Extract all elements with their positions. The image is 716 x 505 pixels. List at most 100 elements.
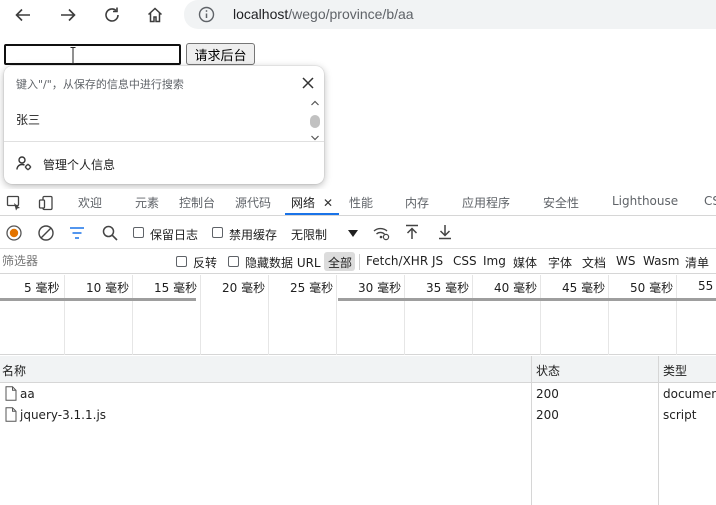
tab-lighthouse[interactable]: Lighthouse [612,194,678,208]
device-toolbar-icon[interactable] [38,195,54,211]
tab-memory[interactable]: 内存 [405,194,429,211]
request-type: script [663,408,697,422]
invert-checkbox[interactable] [176,256,187,267]
filter-input[interactable] [2,254,162,268]
timeline-tick: 40 毫秒 [494,281,538,295]
throttle-value: 无限制 [291,228,328,242]
name-input[interactable] [4,44,181,65]
filter-type-manifest[interactable]: 清单 [685,254,709,271]
filter-bar: 反转 隐藏数据 URL 全部 Fetch/XHR JS CSS Img 媒体 字… [0,250,716,274]
timeline-tick: 55 [698,279,714,293]
column-header-status[interactable]: 状态 [536,362,560,379]
preserve-log-checkbox[interactable] [133,227,144,238]
forward-button[interactable] [54,2,82,28]
timeline-gridline [336,275,337,355]
arrow-right-icon [61,8,76,22]
close-icon[interactable]: ✕ [323,196,333,210]
arrow-left-icon [15,8,30,22]
url-host: localhost [233,6,289,22]
throttle-select[interactable]: 无限制 [288,223,362,243]
table-row[interactable]: jquery-3.1.1.js 200 script [0,405,716,426]
timeline-gridline [200,275,201,355]
requests-table: 名称 状态 类型 aa 200 document jquery-3.1.1.js… [0,356,716,505]
filter-type-js[interactable]: JS [432,254,443,268]
record-icon[interactable] [5,224,23,242]
timeline-gridline [132,275,133,355]
timeline-gridline [268,275,269,355]
scroll-up-icon[interactable] [310,99,320,107]
table-row[interactable]: aa 200 document [0,384,716,405]
request-backend-button[interactable]: 请求后台 [186,43,255,65]
close-icon[interactable] [301,76,315,90]
scrollbar-thumb[interactable] [310,115,320,128]
import-har-icon[interactable] [403,223,421,241]
filter-type-doc[interactable]: 文档 [582,254,606,271]
url-text: localhost/wego/province/b/aa [233,6,414,22]
manage-profile-icon [16,155,32,171]
filter-type-font[interactable]: 字体 [548,254,572,271]
disable-cache-label: 禁用缓存 [229,228,278,242]
column-divider[interactable] [531,356,532,505]
timeline-request-bar [338,298,716,301]
info-icon[interactable] [198,6,215,23]
invert-label: 反转 [193,256,218,270]
disable-cache-checkbox[interactable] [212,227,223,238]
manage-profile-link[interactable]: 管理个人信息 [43,156,115,173]
column-header-name[interactable]: 名称 [2,362,26,379]
network-conditions-icon[interactable] [372,224,390,242]
tab-network[interactable]: 网络 [291,194,315,211]
timeline-tick: 15 毫秒 [154,281,198,295]
request-name: aa [20,387,35,401]
timeline-gridline [608,275,609,355]
back-button[interactable] [9,2,37,28]
filter-type-media[interactable]: 媒体 [513,254,537,271]
tab-sources[interactable]: 源代码 [235,194,271,211]
request-type: document [663,387,716,401]
reload-button[interactable] [98,2,126,28]
request-name: jquery-3.1.1.js [20,408,107,422]
column-header-type[interactable]: 类型 [663,362,687,379]
request-status: 200 [536,387,559,401]
timeline-tick: 25 毫秒 [290,281,334,295]
filter-type-img[interactable]: Img [483,254,506,268]
reload-icon [105,7,119,22]
filter-icon[interactable] [68,224,86,242]
address-bar[interactable]: localhost/wego/province/b/aa [184,0,716,29]
filter-type-all[interactable]: 全部 [328,254,352,271]
search-icon[interactable] [101,224,119,242]
filter-type-wasm[interactable]: Wasm [643,254,679,268]
divider [359,254,360,270]
url-path: /wego/province/b/aa [288,6,414,22]
clear-icon[interactable] [37,224,55,242]
timeline-gridline [472,275,473,355]
hide-data-urls-checkbox[interactable] [228,256,239,267]
timeline-tick: 45 毫秒 [562,281,606,295]
home-icon [147,7,163,23]
tab-elements[interactable]: 元素 [135,194,159,211]
timeline-tick: 35 毫秒 [426,281,470,295]
filter-type-fetch-xhr[interactable]: Fetch/XHR [366,254,428,268]
request-status: 200 [536,408,559,422]
timeline-gridline [64,275,65,355]
tab-performance[interactable]: 性能 [349,194,373,211]
hide-data-urls-label: 隐藏数据 URL [245,256,321,270]
autofill-suggestion[interactable]: 张三 [16,111,40,128]
timeline-gridline [676,275,677,355]
divider [4,141,324,142]
timeline-tick: 20 毫秒 [222,281,266,295]
timeline-tick: 30 毫秒 [358,281,402,295]
timeline-overview[interactable]: 5 毫秒 10 毫秒 15 毫秒 20 毫秒 25 毫秒 30 毫秒 35 毫秒… [0,275,716,355]
inspect-element-icon[interactable] [6,195,22,211]
timeline-gridline [404,275,405,355]
column-divider[interactable] [658,356,659,505]
home-button[interactable] [141,2,169,28]
tab-console[interactable]: 控制台 [179,194,215,211]
tab-welcome[interactable]: 欢迎 [78,194,102,211]
tab-security[interactable]: 安全性 [543,194,579,211]
tab-application[interactable]: 应用程序 [462,194,510,211]
tab-css-overview[interactable]: CS [704,194,716,208]
timeline-tick: 50 毫秒 [630,281,674,295]
filter-type-ws[interactable]: WS [616,254,635,268]
export-har-icon[interactable] [436,223,454,241]
filter-type-css[interactable]: CSS [453,254,477,268]
